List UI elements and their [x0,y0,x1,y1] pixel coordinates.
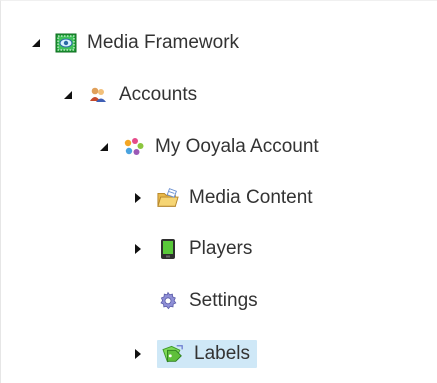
player-icon [157,238,179,260]
expand-toggle-icon[interactable] [131,191,145,205]
accounts-icon [87,84,109,106]
folder-icon [157,187,179,209]
media-framework-icon [55,32,77,54]
tree-node-labels[interactable]: Labels [131,337,257,371]
tree-node-label: Media Framework [87,32,240,53]
tree-node-media-content[interactable]: Media Content [131,181,313,215]
tree-node-accounts[interactable]: Accounts [61,78,197,112]
expand-toggle-icon[interactable] [131,242,145,256]
tree-node-my-ooyala-account[interactable]: My Ooyala Account [97,130,319,164]
collapse-toggle-icon[interactable] [61,88,75,102]
tree-node-label: Players [189,238,253,259]
expand-toggle-icon[interactable] [131,347,145,361]
tree-node-label: Accounts [119,84,198,105]
tree-view: Media Framework Accounts My Ooyala Accou… [0,0,437,383]
collapse-toggle-icon[interactable] [29,36,43,50]
labels-icon [162,343,184,365]
settings-gear-icon [157,290,179,312]
collapse-toggle-icon[interactable] [97,140,111,154]
tree-node-label: Labels [194,343,250,364]
tree-node-label: Media Content [189,187,313,208]
tree-node-players[interactable]: Players [131,232,252,266]
tree-node-label: Settings [189,290,258,311]
tree-node-media-framework[interactable]: Media Framework [29,26,239,60]
tree-node-label: My Ooyala Account [155,136,319,157]
ooyala-account-icon [123,136,145,158]
tree-node-settings[interactable]: Settings [131,284,258,318]
selected-node-highlight[interactable]: Labels [157,340,257,368]
